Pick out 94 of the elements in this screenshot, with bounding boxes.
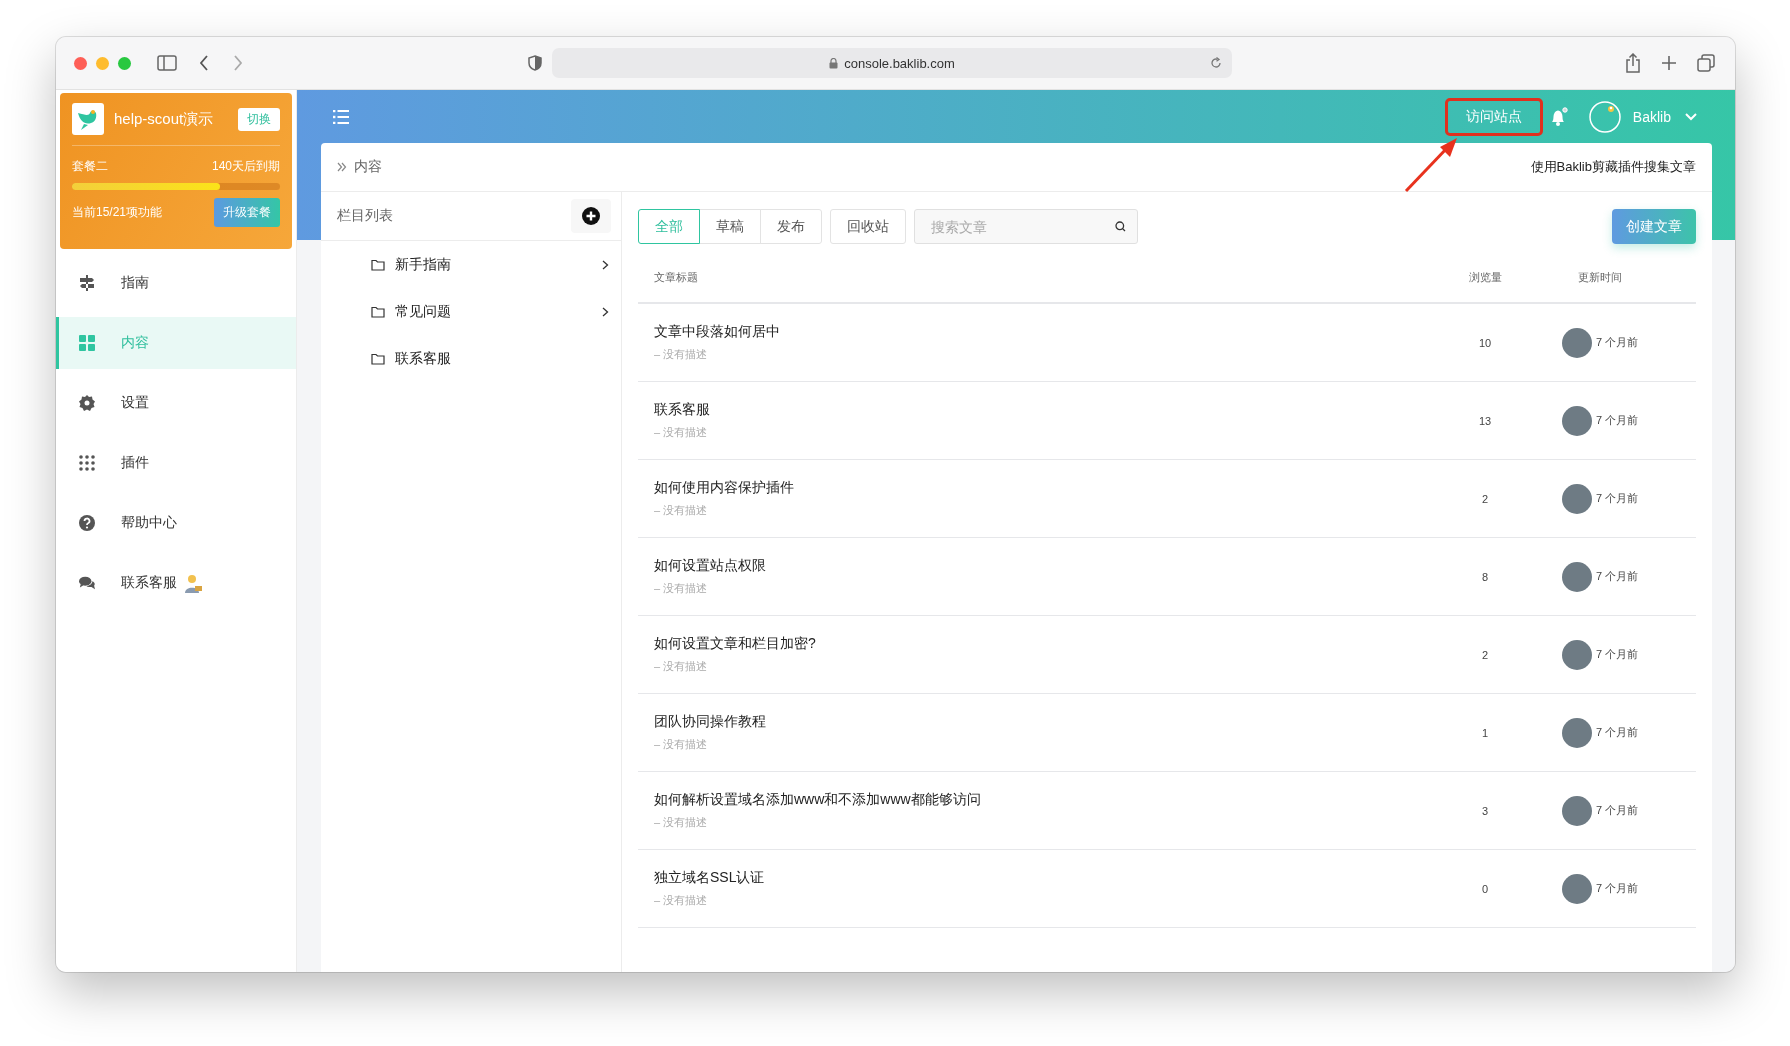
sidebar-item[interactable]: 插件 <box>56 437 296 489</box>
updated-time: 7 个月前 <box>1596 725 1639 740</box>
updated-time: 7 个月前 <box>1596 881 1639 896</box>
sidebar-toggle-icon[interactable] <box>157 55 177 71</box>
updated-time: 7 个月前 <box>1596 335 1639 350</box>
updated-time: 7 个月前 <box>1596 803 1639 818</box>
breadcrumb[interactable]: 内容 <box>354 158 382 176</box>
category-item[interactable]: 常见问题 <box>321 288 621 335</box>
category-item[interactable]: 新手指南 <box>321 241 621 288</box>
updated-time: 7 个月前 <box>1596 413 1639 428</box>
url-text: console.baklib.com <box>844 55 955 71</box>
chevron-down-icon[interactable] <box>1685 112 1697 121</box>
chevron-right-icon[interactable] <box>602 259 609 270</box>
view-count: 8 <box>1480 570 1490 583</box>
sidebar-item[interactable]: 帮助中心 <box>56 497 296 549</box>
grid-icon <box>79 335 95 351</box>
plan-usage-text: 当前15/21项功能 <box>72 204 163 221</box>
column-header: 浏览量 <box>1467 269 1503 285</box>
address-bar[interactable]: console.baklib.com <box>552 48 1232 78</box>
reload-icon[interactable] <box>1210 57 1222 69</box>
filter-tab[interactable]: 发布 <box>760 209 822 244</box>
article-description: – 没有描述 <box>654 347 709 362</box>
help-icon <box>79 515 95 531</box>
double-chevron-icon <box>337 162 347 172</box>
article-description: – 没有描述 <box>654 425 709 440</box>
avatar-photo-placeholder <box>1562 327 1592 358</box>
category-list-title: 栏目列表 <box>337 207 393 225</box>
column-header: 文章标题 <box>654 269 699 285</box>
share-icon[interactable] <box>1625 53 1641 73</box>
close-window-icon[interactable] <box>74 56 87 70</box>
new-tab-icon[interactable] <box>1661 55 1677 71</box>
view-count: 10 <box>1477 336 1493 349</box>
avatar-photo-placeholder <box>1562 717 1592 748</box>
dots-grid-icon <box>79 455 95 471</box>
search-icon <box>1115 221 1126 232</box>
trash-button[interactable]: 回收站 <box>830 209 906 244</box>
article-title-link[interactable]: 如何设置站点权限 <box>654 557 1430 575</box>
article-description: – 没有描述 <box>654 737 709 752</box>
avatar-photo-placeholder <box>1562 795 1592 826</box>
filter-tab[interactable]: 草稿 <box>699 209 761 244</box>
user-avatar-icon[interactable] <box>1588 100 1621 133</box>
view-count: 2 <box>1480 492 1490 505</box>
avatar-photo-placeholder <box>1562 873 1592 904</box>
sidebar-item[interactable]: 设置 <box>56 377 296 429</box>
clipper-hint-link[interactable]: 使用Baklib剪藏插件搜集文章 <box>1530 158 1696 176</box>
view-count: 1 <box>1480 726 1490 739</box>
sidebar-item[interactable]: 联系客服 <box>56 557 296 609</box>
article-title-link[interactable]: 团队协同操作教程 <box>654 713 1430 731</box>
folder-icon <box>371 352 385 365</box>
updated-time: 7 个月前 <box>1596 491 1639 506</box>
updated-time: 7 个月前 <box>1596 569 1639 584</box>
plan-expiry: 140天后到期 <box>211 158 280 175</box>
signpost-icon <box>79 275 95 291</box>
folder-icon <box>371 258 385 271</box>
tab-overview-icon[interactable] <box>1697 54 1715 72</box>
avatar-photo-placeholder <box>1562 483 1592 514</box>
view-count: 2 <box>1480 648 1490 661</box>
article-title-link[interactable]: 如何使用内容保护插件 <box>654 479 1430 497</box>
article-title-link[interactable]: 如何设置文章和栏目加密? <box>654 635 1430 653</box>
back-icon[interactable] <box>199 55 209 71</box>
settings-icon <box>79 395 95 411</box>
article-title-link[interactable]: 文章中段落如何居中 <box>654 323 1430 341</box>
maximize-window-icon[interactable] <box>118 56 131 70</box>
updated-time: 7 个月前 <box>1596 647 1639 662</box>
add-category-button[interactable] <box>571 199 611 233</box>
menu-icon[interactable] <box>333 109 349 124</box>
search-field[interactable]: 搜索文章 <box>914 209 1138 244</box>
article-title-link[interactable]: 如何解析设置域名添加www和不添加www都能够访问 <box>654 791 1430 809</box>
avatar-photo-placeholder <box>1562 639 1592 670</box>
forward-icon[interactable] <box>233 55 243 71</box>
article-description: – 没有描述 <box>654 893 709 908</box>
view-count: 13 <box>1477 414 1493 427</box>
bird-logo-icon <box>72 103 104 135</box>
plus-circle-icon <box>582 207 600 225</box>
sidebar-item[interactable]: 指南 <box>56 257 296 309</box>
article-title-link[interactable]: 联系客服 <box>654 401 1430 419</box>
view-count: 0 <box>1480 882 1490 895</box>
category-item[interactable]: 联系客服 <box>321 335 621 382</box>
site-name: help-scout演示 <box>114 109 215 129</box>
column-header: 更新时间 <box>1577 269 1623 285</box>
folder-icon <box>371 305 385 318</box>
chat-bubbles-icon <box>79 575 95 591</box>
avatar-photo-placeholder <box>1562 405 1592 436</box>
article-description: – 没有描述 <box>654 815 709 830</box>
chevron-right-icon[interactable] <box>602 306 609 317</box>
shield-icon[interactable] <box>528 55 542 71</box>
article-description: – 没有描述 <box>654 581 709 596</box>
avatar-photo-placeholder <box>1562 561 1592 592</box>
view-count: 3 <box>1480 804 1490 817</box>
article-title-link[interactable]: 独立域名SSL认证 <box>654 869 1430 887</box>
article-description: – 没有描述 <box>654 503 709 518</box>
article-description: – 没有描述 <box>654 659 709 674</box>
plan-name: 套餐二 <box>72 158 108 175</box>
lock-icon <box>829 57 839 69</box>
